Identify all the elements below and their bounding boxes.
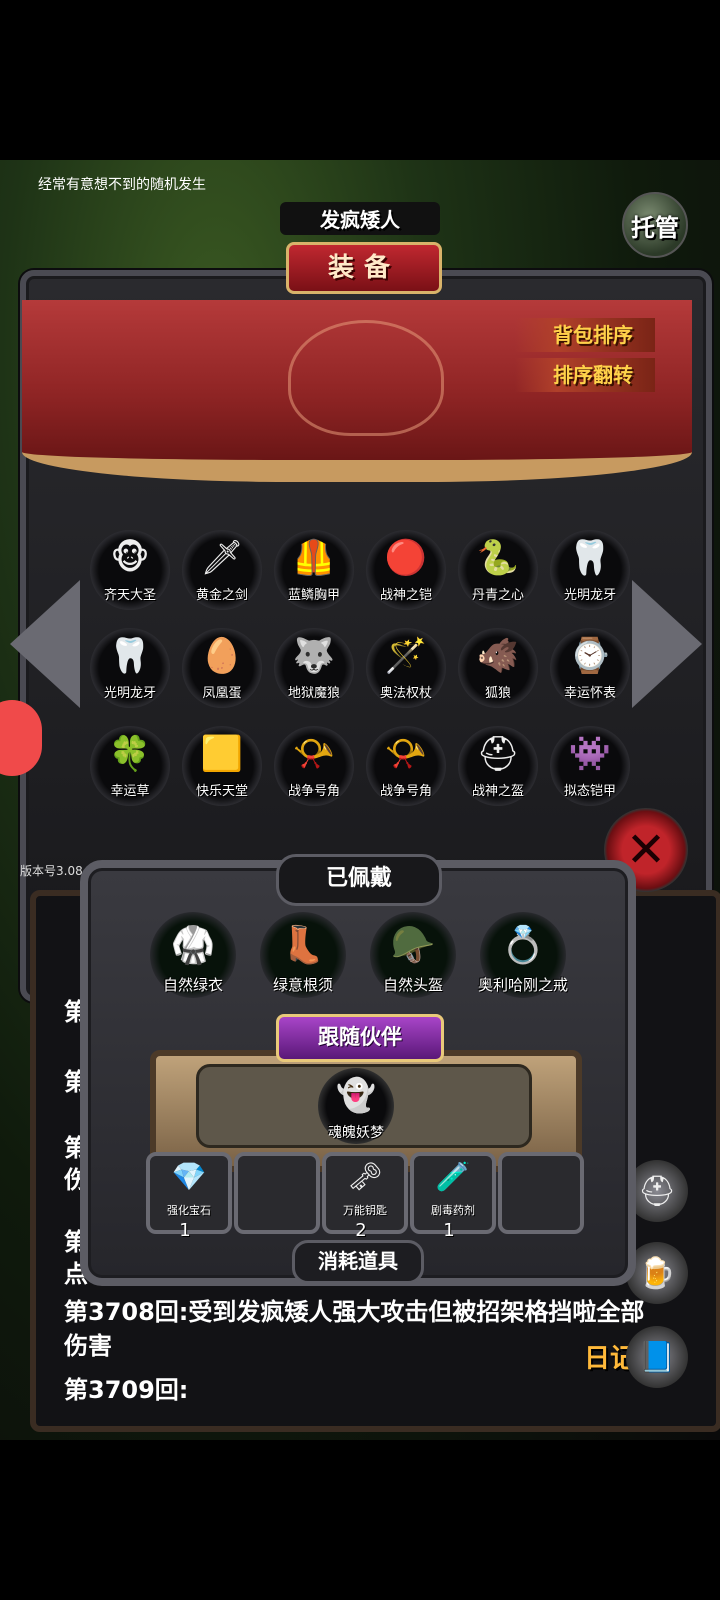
war-horn-icon: 📯: [384, 734, 428, 774]
consumables-title: 消耗道具: [292, 1240, 424, 1284]
bag-item-label: 光明龙牙: [563, 588, 616, 603]
gold-block-icon: 🟨: [200, 734, 244, 774]
consumable-count: 1: [443, 1220, 455, 1241]
companion-title: 跟随伙伴: [276, 1014, 444, 1062]
phoenix-egg-icon: 🥚: [200, 636, 244, 676]
green-robe-icon: 🥋: [170, 925, 216, 966]
ring-icon: 💍: [500, 925, 546, 966]
companion-slot[interactable]: 👻 魂魄妖梦: [318, 1068, 394, 1144]
diary-book-icon[interactable]: 📘: [626, 1326, 688, 1388]
bag-grid: 🐵 齐天大圣 🗡 黄金之剑 🦺 蓝鳞胸甲 🔴 战神之铠 🐍 丹青之心 🦷 光明龙牙 🦷 光明龙牙 🥚 凤凰蛋 🐺…: [90, 530, 640, 830]
worn-item-label: 奥利哈刚之戒: [477, 976, 568, 994]
game-scene: 经常有意想不到的随机发生 发疯矮人 装备 托管 背包排序 排序翻转 🐵 齐天大圣 🗡…: [0, 160, 720, 1440]
worn-slot[interactable]: 👢 绿意根须: [260, 912, 346, 998]
war-horn-icon: 📯: [292, 734, 336, 774]
log-line: 第3709回:: [64, 1376, 189, 1404]
jackal-icon: 🐗: [476, 636, 520, 676]
hell-wolf-icon: 🐺: [292, 636, 336, 676]
golden-sword-icon: 🗡: [200, 538, 244, 578]
bag-slot[interactable]: 🗡 黄金之剑: [182, 530, 262, 610]
monkey-king-icon: 🐵: [110, 538, 150, 578]
equipment-title: 装备: [286, 242, 442, 294]
poison-bottle-icon: 🧪: [435, 1160, 471, 1193]
bag-item-label: 地狱魔狼: [287, 686, 340, 701]
bag-slot[interactable]: 🥚 凤凰蛋: [182, 628, 262, 708]
worn-title: 已佩戴: [276, 854, 442, 906]
bag-item-label: 蓝鳞胸甲: [287, 588, 340, 603]
bag-item-label: 黄金之剑: [195, 588, 248, 603]
worn-item-label: 自然头盔: [382, 976, 443, 994]
bag-item-label: 丹青之心: [471, 588, 524, 603]
bag-slot[interactable]: 🐺 地狱魔狼: [274, 628, 354, 708]
green-boots-icon: 👢: [280, 925, 326, 966]
bag-item-label: 幸运怀表: [563, 686, 616, 701]
consumable-slot[interactable]: [498, 1152, 584, 1234]
dragon-fang-icon: 🦷: [108, 636, 152, 676]
auto-play-button[interactable]: 托管: [622, 192, 688, 258]
consumable-count: 2: [355, 1220, 367, 1241]
bag-item-label: 快乐天堂: [195, 784, 248, 799]
bag-item-label: 齐天大圣: [103, 588, 156, 603]
worn-slot[interactable]: 🪖 自然头盔: [370, 912, 456, 998]
bag-sort-button[interactable]: 背包排序: [515, 318, 655, 352]
bag-slot[interactable]: 🐗 狐狼: [458, 628, 538, 708]
gem-icon: 💎: [171, 1160, 207, 1193]
bag-slot[interactable]: 🦷 光明龙牙: [90, 628, 170, 708]
random-event-tip: 经常有意想不到的随机发生: [38, 177, 206, 193]
bag-slot[interactable]: 🟨 快乐天堂: [182, 726, 262, 806]
bag-item-label: 拟态铠甲: [563, 784, 616, 799]
bag-slot[interactable]: 🦷 光明龙牙: [550, 530, 630, 610]
bag-slot[interactable]: 🦺 蓝鳞胸甲: [274, 530, 354, 610]
bag-slot[interactable]: 👾 拟态铠甲: [550, 726, 630, 806]
worn-slot[interactable]: 💍 奥利哈刚之戒: [478, 912, 568, 998]
blue-armor-icon: 🦺: [292, 538, 336, 578]
bag-item-label: 狐狼: [484, 686, 511, 701]
sort-reverse-button[interactable]: 排序翻转: [515, 358, 655, 392]
consumable-count: 1: [179, 1220, 191, 1241]
war-god-helmet-icon: ⛑: [476, 734, 520, 774]
bag-slot[interactable]: 📯 战争号角: [274, 726, 354, 806]
consumable-label: 万能钥匙: [343, 1204, 387, 1217]
lucky-watch-icon: ⌚: [568, 636, 612, 676]
bag-item-label: 幸运草: [110, 784, 150, 799]
bag-item-label: 战争号角: [379, 784, 432, 799]
danqing-heart-icon: 🐍: [476, 538, 520, 578]
consumable-label: 强化宝石: [167, 1204, 211, 1217]
next-page-arrow-icon[interactable]: [632, 580, 702, 708]
consumable-slot[interactable]: [234, 1152, 320, 1234]
bag-slot[interactable]: 🔴 战神之铠: [366, 530, 446, 610]
bag-slot[interactable]: 🍀 幸运草: [90, 726, 170, 806]
consumable-label: 剧毒药剂: [431, 1204, 475, 1217]
bag-item-label: 战争号角: [287, 784, 340, 799]
version-label: 版本号3.08: [20, 864, 83, 878]
worn-item-label: 自然绿衣: [162, 976, 223, 994]
companion-ghost-icon: 👻: [336, 1076, 376, 1114]
war-god-armor-icon: 🔴: [384, 538, 428, 578]
log-line: 第3708回:受到发疯矮人强大攻击但被招架格挡啦全部: [64, 1298, 645, 1326]
key-icon: 🗝: [347, 1160, 383, 1193]
bag-item-label: 光明龙牙: [103, 686, 156, 701]
bag-slot[interactable]: ⌚ 幸运怀表: [550, 628, 630, 708]
bag-item-label: 战神之铠: [379, 588, 432, 603]
bag-slot[interactable]: ⛑ 战神之盔: [458, 726, 538, 806]
crossed-swords-emblem-icon: [288, 320, 444, 436]
bag-slot[interactable]: 🐍 丹青之心: [458, 530, 538, 610]
bag-item-label: 奥法权杖: [379, 686, 432, 701]
dragon-fang-icon: 🦷: [568, 538, 612, 578]
bag-slot[interactable]: 🪄 奥法权杖: [366, 628, 446, 708]
hero-name: 发疯矮人: [280, 202, 440, 235]
worn-slot[interactable]: 🥋 自然绿衣: [150, 912, 236, 998]
bag-item-label: 凤凰蛋: [202, 686, 242, 701]
bag-slot[interactable]: 📯 战争号角: [366, 726, 446, 806]
green-helmet-icon: 🪖: [390, 925, 436, 966]
bag-slot[interactable]: 🐵 齐天大圣: [90, 530, 170, 610]
clover-icon: 🍀: [108, 734, 152, 774]
arcane-staff-icon: 🪄: [384, 636, 428, 676]
companion-name: 魂魄妖梦: [328, 1125, 384, 1141]
worn-item-label: 绿意根须: [272, 976, 333, 994]
prev-page-arrow-icon[interactable]: [10, 580, 80, 708]
bag-item-label: 战神之盔: [471, 784, 524, 799]
mimic-armor-icon: 👾: [568, 734, 612, 774]
